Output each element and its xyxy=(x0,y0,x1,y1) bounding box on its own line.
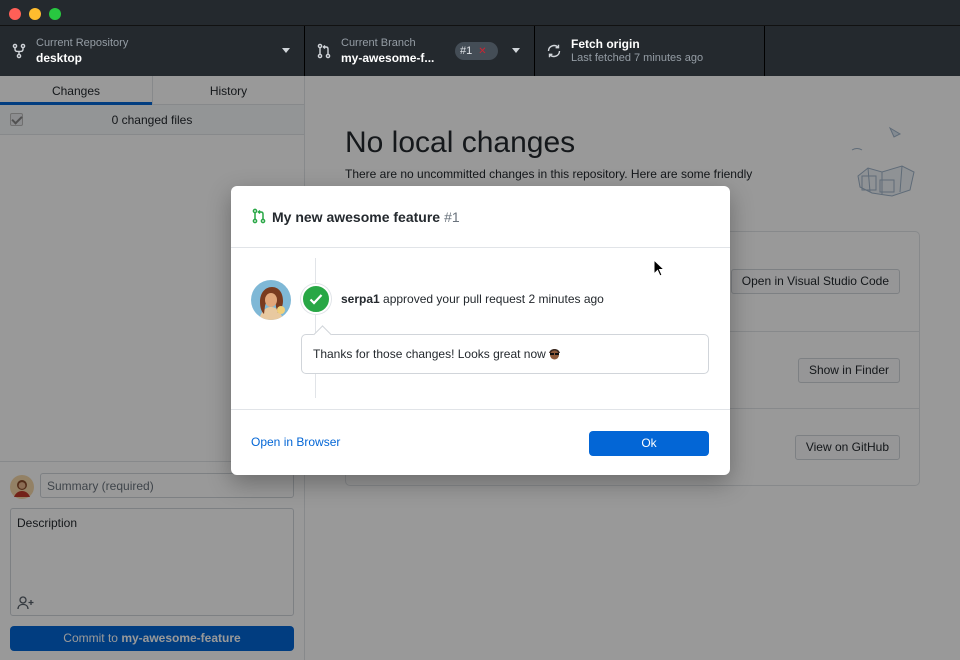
pr-number: #1 xyxy=(444,209,460,225)
toolbar: Current Repository desktop Current Branc… xyxy=(0,26,960,76)
fetch-origin-label: Fetch origin xyxy=(571,37,640,51)
x-icon: ✕ xyxy=(478,46,487,57)
open-in-browser-link[interactable]: Open in Browser xyxy=(251,435,340,449)
git-pull-request-icon xyxy=(317,43,331,59)
ok-button[interactable]: Ok xyxy=(589,431,709,456)
current-branch-value: my-awesome-f... xyxy=(341,51,435,65)
comment-text-row: Thanks for those changes! Looks great no… xyxy=(313,347,561,361)
current-repository-value: desktop xyxy=(36,51,83,65)
dialog-title: My new awesome feature #1 xyxy=(272,209,460,225)
pr-number: #1 xyxy=(460,45,473,57)
git-pull-request-icon xyxy=(252,208,266,224)
current-repository-dropdown[interactable]: Current Repository desktop xyxy=(0,26,305,76)
dialog-header: My new awesome feature #1 xyxy=(231,186,730,248)
close-window-button[interactable] xyxy=(9,8,21,20)
chevron-down-icon xyxy=(512,48,520,53)
review-comment: Thanks for those changes! Looks great no… xyxy=(301,334,709,374)
chevron-down-icon xyxy=(282,48,290,53)
pr-badge[interactable]: #1 ✕ xyxy=(455,42,498,60)
sunglasses-emoji-icon xyxy=(548,349,560,360)
reviewer-avatar xyxy=(251,280,291,320)
current-repository-label: Current Repository xyxy=(36,37,129,49)
approval-text: approved your pull request 2 minutes ago xyxy=(379,292,604,306)
mouse-cursor-icon xyxy=(653,259,665,277)
window-titlebar xyxy=(0,0,960,26)
pr-title: My new awesome feature xyxy=(272,209,441,225)
reviewer-name: serpa1 xyxy=(341,292,380,306)
pull-request-review-dialog: My new awesome feature #1 serpa1 approved… xyxy=(231,186,730,475)
zoom-window-button[interactable] xyxy=(49,8,61,20)
minimize-window-button[interactable] xyxy=(29,8,41,20)
current-branch-dropdown[interactable]: Current Branch my-awesome-f... #1 ✕ xyxy=(305,26,535,76)
approved-check-icon xyxy=(301,284,331,314)
current-branch-label: Current Branch xyxy=(341,37,416,49)
repo-icon xyxy=(12,43,26,59)
sync-icon xyxy=(547,44,561,58)
timeline-line xyxy=(315,258,316,398)
fetch-origin-button[interactable]: Fetch origin Last fetched 7 minutes ago xyxy=(535,26,765,76)
comment-text: Thanks for those changes! Looks great no… xyxy=(313,347,546,361)
last-fetched-text: Last fetched 7 minutes ago xyxy=(571,52,704,64)
dialog-footer: Open in Browser Ok xyxy=(231,409,730,475)
approval-message: serpa1 approved your pull request 2 minu… xyxy=(341,292,604,306)
